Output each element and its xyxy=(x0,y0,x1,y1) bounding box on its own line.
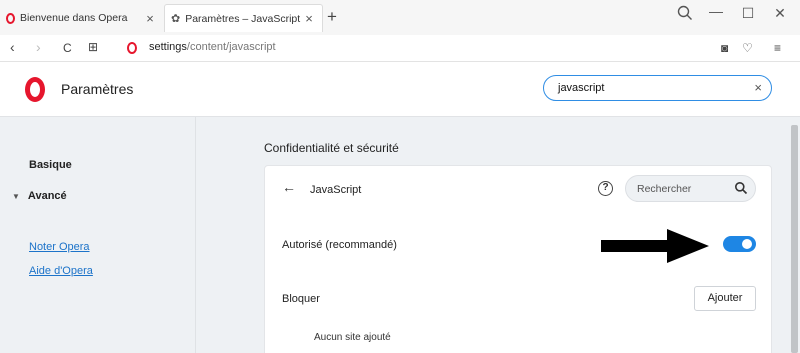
forward-button[interactable]: › xyxy=(36,39,41,55)
close-tab-icon[interactable]: × xyxy=(143,11,157,26)
tab-strip: Bienvenue dans Opera × ✿ Paramètres – Ja… xyxy=(0,0,800,35)
opera-logo-icon xyxy=(127,42,137,54)
tab-bienvenue[interactable]: Bienvenue dans Opera × xyxy=(0,4,163,32)
minimize-button[interactable]: — xyxy=(701,3,731,19)
settings-search-input[interactable]: javascript × xyxy=(543,75,772,101)
allowed-label: Autorisé (recommandé) xyxy=(282,239,397,251)
new-tab-button[interactable]: + xyxy=(327,7,337,27)
card-title: JavaScript xyxy=(310,184,362,196)
address-bar: ‹ › C ⊞ settings/content/javascript ◙ ♡ … xyxy=(0,35,800,62)
empty-list-text: Aucun site ajouté xyxy=(314,332,391,343)
speed-dial-button[interactable]: ⊞ xyxy=(88,40,98,54)
sidebar: Basique ▼ Avancé Noter Opera Aide d'Opera xyxy=(0,117,196,353)
opera-logo-icon xyxy=(25,77,45,102)
camera-icon[interactable]: ◙ xyxy=(721,41,728,55)
back-arrow-icon[interactable]: ← xyxy=(282,179,296,195)
block-label: Bloquer xyxy=(282,293,320,305)
url-field[interactable]: settings/content/javascript xyxy=(149,41,276,53)
sidebar-item-basique[interactable]: Basique xyxy=(29,159,72,171)
section-title: Confidentialité et sécurité xyxy=(264,141,399,155)
gear-icon: ✿ xyxy=(171,13,181,25)
tab-title: Paramètres – JavaScript xyxy=(185,12,301,25)
reload-button[interactable]: C xyxy=(63,41,72,55)
window-close-button[interactable]: ✕ xyxy=(765,5,795,22)
help-icon[interactable]: ? xyxy=(598,181,613,196)
maximize-button[interactable]: ☐ xyxy=(733,5,763,22)
search-icon xyxy=(735,182,748,195)
link-aide-opera[interactable]: Aide d'Opera xyxy=(29,265,93,277)
easy-setup-icon[interactable]: ≡ xyxy=(774,41,781,55)
page-title: Paramètres xyxy=(61,81,134,97)
opera-logo-icon xyxy=(6,12,15,24)
back-button[interactable]: ‹ xyxy=(10,39,15,55)
settings-header: Paramètres javascript × xyxy=(0,62,800,117)
tab-title: Bienvenue dans Opera xyxy=(20,12,128,24)
toggle-knob xyxy=(742,239,752,249)
search-icon[interactable] xyxy=(676,4,694,22)
tab-parametres[interactable]: ✿ Paramètres – JavaScript × xyxy=(164,4,323,32)
arrow-right-icon xyxy=(601,229,709,263)
close-tab-icon[interactable]: × xyxy=(302,11,316,26)
search-placeholder: Rechercher xyxy=(637,183,692,195)
javascript-card: ← JavaScript ? Rechercher Autorisé (reco… xyxy=(264,165,772,353)
allowed-toggle[interactable] xyxy=(723,236,756,252)
search-value: javascript xyxy=(558,82,605,94)
expand-triangle-icon: ▼ xyxy=(12,192,20,201)
card-search-input[interactable]: Rechercher xyxy=(625,175,756,202)
scrollbar[interactable] xyxy=(789,117,800,353)
heart-icon[interactable]: ♡ xyxy=(742,41,753,55)
sidebar-item-avance[interactable]: ▼ Avancé xyxy=(12,190,67,202)
clear-search-icon[interactable]: × xyxy=(754,80,762,95)
scrollbar-thumb[interactable] xyxy=(791,125,798,353)
link-noter-opera[interactable]: Noter Opera xyxy=(29,241,90,253)
add-button[interactable]: Ajouter xyxy=(694,286,756,311)
